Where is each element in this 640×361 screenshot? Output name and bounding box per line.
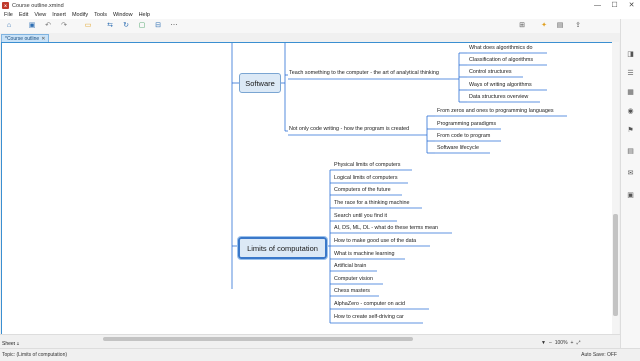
marker-icon[interactable]: ◉: [626, 107, 635, 116]
subtopic-ai-ds-ml-dl[interactable]: AI, DS, ML, DL - what do these terms mea…: [334, 225, 438, 231]
subtopic-logical-limits[interactable]: Logical limits of computers: [334, 175, 398, 181]
pitch-icon[interactable]: ▤: [556, 22, 564, 30]
sheet-bar: Sheet 1 ▼ – 100% + ⤢: [0, 334, 620, 348]
relationship-icon[interactable]: ↻: [122, 22, 130, 30]
close-window-button[interactable]: ✕: [623, 0, 640, 11]
comments-icon[interactable]: ✉: [626, 169, 635, 178]
zoom-control: ▼ – 100% + ⤢: [541, 340, 580, 346]
subtopic-artificial-brain[interactable]: Artificial brain: [334, 263, 366, 269]
subtopic-zeros-and-ones[interactable]: From zeros and ones to programming langu…: [437, 108, 554, 114]
subtopic-self-driving-car[interactable]: How to create self-driving car: [334, 314, 404, 320]
subtopic-programming-paradigms[interactable]: Programming paradigms: [437, 121, 496, 127]
side-panel: ◨ ☰ ▦ ◉ ⚑ ▤ ✉ ▣: [620, 19, 640, 348]
menu-help[interactable]: Help: [139, 12, 150, 18]
save-icon[interactable]: ▣: [28, 22, 36, 30]
menu-modify[interactable]: Modify: [72, 12, 88, 18]
flag-icon[interactable]: ⚑: [626, 126, 635, 135]
topic-limits-of-computation[interactable]: Limits of computation: [237, 236, 328, 260]
subtopic-not-only-code[interactable]: Not only code writing - how the program …: [289, 126, 409, 132]
horizontal-scroll-thumb[interactable]: [103, 337, 413, 341]
layout-icon[interactable]: ⊞: [518, 22, 526, 30]
subtopic-machine-learning[interactable]: What is machine learning: [334, 251, 395, 257]
image-icon[interactable]: ▦: [626, 88, 635, 97]
home-icon[interactable]: ⌂: [5, 22, 13, 30]
subtopic-teach-something[interactable]: Teach something to the computer - the ar…: [289, 70, 439, 76]
status-topic: Topic: (Limits of computation): [2, 352, 68, 358]
status-bar: Topic: (Limits of computation) Auto Save…: [0, 348, 640, 361]
subtopic-data-structures[interactable]: Data structures overview: [469, 94, 528, 100]
menu-file[interactable]: File: [4, 12, 13, 18]
subtopic-alphazero[interactable]: AlphaZero - computer on acid: [334, 301, 405, 307]
subtopic-physical-limits[interactable]: Physical limits of computers: [334, 162, 401, 168]
redo-icon[interactable]: ↷: [60, 22, 68, 30]
title-bar: X Course outline.xmind — ☐ ✕: [0, 0, 640, 11]
format-icon[interactable]: ◨: [626, 50, 635, 59]
subtopic-ways-of-writing[interactable]: Ways of writing algorithms: [469, 82, 532, 88]
autosave-status[interactable]: Auto Save: OFF: [581, 352, 617, 358]
menu-view[interactable]: View: [34, 12, 46, 18]
subtopic-control-structures[interactable]: Control structures: [469, 69, 512, 75]
mindmap-canvas[interactable]: Software Limits of computation Teach som…: [1, 42, 613, 336]
subtopic-computer-vision[interactable]: Computer vision: [334, 276, 373, 282]
menu-window[interactable]: Window: [113, 12, 133, 18]
window-controls: — ☐ ✕: [589, 0, 640, 11]
undo-icon[interactable]: ↶: [44, 22, 52, 30]
subtopic-chess-masters[interactable]: Chess masters: [334, 288, 370, 294]
task-icon[interactable]: ▣: [626, 191, 635, 200]
fit-icon[interactable]: ⤢: [576, 340, 580, 346]
outline-icon[interactable]: ☰: [626, 69, 635, 78]
subtopic-algorithmics[interactable]: What does algorithmics do: [469, 45, 533, 51]
idea-icon[interactable]: ✦: [540, 22, 548, 30]
window-title: Course outline.xmind: [12, 2, 64, 9]
menu-bar: File Edit View Insert Modify Tools Windo…: [0, 11, 640, 19]
zoom-value[interactable]: 100%: [555, 340, 568, 346]
tab-bar: *Course outline ✕: [0, 33, 640, 43]
filter-icon[interactable]: ▼: [541, 340, 546, 346]
subtopic-software-lifecycle[interactable]: Software lifecycle: [437, 145, 479, 151]
xmind-logo-icon: X: [2, 2, 9, 9]
subtopic-use-of-data[interactable]: How to make good use of the data: [334, 238, 416, 244]
subtopic-icon[interactable]: ⇆: [106, 22, 114, 30]
subtopic-computers-future[interactable]: Computers of the future: [334, 187, 391, 193]
subtopic-classification[interactable]: Classification of algorithms: [469, 57, 533, 63]
topic-software[interactable]: Software: [239, 73, 281, 93]
zoom-out-button[interactable]: –: [549, 340, 552, 346]
vertical-scrollbar[interactable]: [612, 42, 619, 334]
subtopic-code-to-program[interactable]: From code to program: [437, 133, 490, 139]
menu-tools[interactable]: Tools: [94, 12, 107, 18]
subtopic-race-thinking-machine[interactable]: The race for a thinking machine: [334, 200, 410, 206]
subtopic-search-until[interactable]: Search until you find it: [334, 213, 387, 219]
horizontal-scrollbar[interactable]: [13, 336, 523, 342]
share-icon[interactable]: ⇪: [574, 22, 582, 30]
topic-icon[interactable]: ▭: [84, 22, 92, 30]
minimize-button[interactable]: —: [589, 0, 606, 11]
more-icon[interactable]: ⋯: [170, 22, 178, 30]
summary-icon[interactable]: ⊟: [154, 22, 162, 30]
zoom-in-button[interactable]: +: [571, 340, 574, 346]
toolbar: ⌂ ▣ ↶ ↷ ▭ ⇆ ↻ ▢ ⊟ ⋯ ⊞ ✦ ▤ ⇪: [0, 19, 640, 34]
vertical-scroll-thumb[interactable]: [613, 214, 618, 316]
maximize-button[interactable]: ☐: [606, 0, 623, 11]
notes-icon[interactable]: ▤: [626, 147, 635, 156]
menu-edit[interactable]: Edit: [19, 12, 28, 18]
boundary-icon[interactable]: ▢: [138, 22, 146, 30]
menu-insert[interactable]: Insert: [52, 12, 66, 18]
